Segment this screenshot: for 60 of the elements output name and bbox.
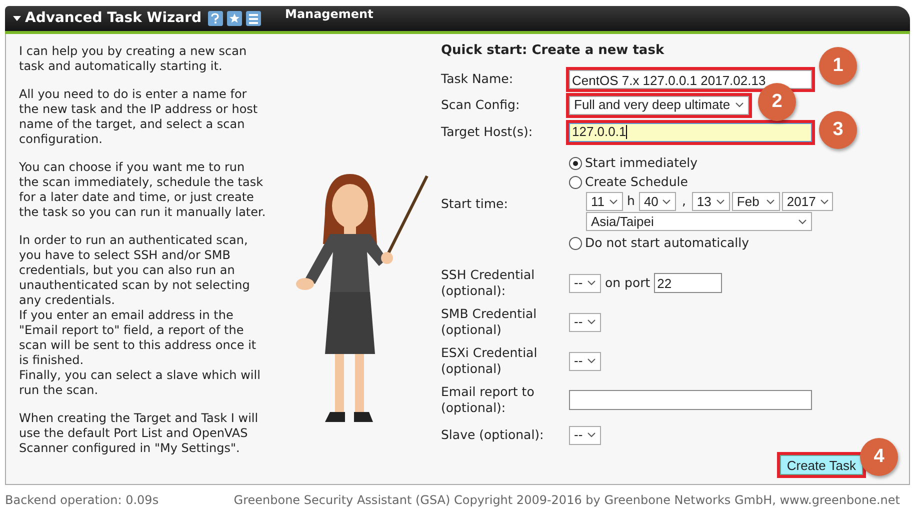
help-paragraph: All you need to do is enter a name for the new task and the IP address or host name of the target, and select a scan configuration. bbox=[19, 87, 259, 147]
radio-button[interactable] bbox=[569, 157, 582, 170]
field-label: ESXi Credential (optional) bbox=[441, 345, 538, 377]
create-task-button[interactable]: Create Task bbox=[780, 455, 863, 475]
chevron-icon bbox=[766, 198, 775, 204]
help-paragraph: I can help you by creating a new scan task and automatically starting it. bbox=[19, 44, 248, 74]
backend-time: Backend operation: 0.09s bbox=[5, 492, 159, 509]
field-label: SSH Credential (optional): bbox=[441, 267, 536, 299]
chevron-icon bbox=[735, 102, 744, 108]
timezone-select[interactable]: Asia/Taipei bbox=[586, 212, 812, 231]
port-field[interactable]: 22 bbox=[654, 273, 722, 293]
radio-button[interactable] bbox=[569, 237, 582, 250]
list-icon[interactable] bbox=[246, 11, 261, 26]
field-label: Slave (optional): bbox=[441, 427, 545, 443]
copyright-text: Greenbone Security Assistant (GSA) Copyright 2009-2016 by Greenbone Networks GmbH, www.greenbone.net bbox=[234, 492, 900, 509]
help-paragraph: When creating the Target and Task I will use the default Port List and OpenVAS Scanner configured in "My Settings". bbox=[19, 411, 260, 456]
chevron-icon bbox=[587, 432, 596, 438]
radio-button[interactable] bbox=[569, 176, 582, 189]
field-label: Task Name: bbox=[441, 71, 514, 87]
field-label: Start time: bbox=[441, 196, 509, 212]
help-icon[interactable] bbox=[208, 11, 223, 26]
chevron-icon bbox=[587, 358, 596, 364]
smb-credential-select[interactable]: -- bbox=[569, 312, 601, 332]
day-select[interactable]: 13 bbox=[692, 192, 730, 211]
chevron-icon bbox=[587, 319, 596, 325]
panel-title: Advanced Task Wizard bbox=[25, 9, 202, 28]
step-number-badge: 1 bbox=[819, 47, 857, 85]
hour-unit: h bbox=[626, 192, 636, 210]
help-paragraph: In order to run an authenticated scan, you have to select SSH and/or SMB credentials, but you can also run an unauthenticated scan by not selecting any credentials. If you enter an email address in the "Email report to" field, a report of the scan will be sent to this address once it is finished. Finally, you can select a slave which will run the scan. bbox=[19, 233, 262, 398]
chevron-icon bbox=[716, 198, 725, 204]
field-label: Target Host(s): bbox=[441, 124, 534, 140]
email-field[interactable] bbox=[569, 390, 812, 410]
field-label: SMB Credential (optional) bbox=[441, 306, 538, 338]
year-select[interactable]: 2017 bbox=[782, 192, 833, 211]
ssh-credential-select[interactable]: -- bbox=[569, 274, 601, 292]
chevron-icon bbox=[820, 198, 829, 204]
field-label: Scan Config: bbox=[441, 97, 521, 113]
hour-select[interactable]: 11 bbox=[586, 192, 623, 211]
chevron-icon bbox=[662, 198, 672, 204]
form-heading: Quick start: Create a new task bbox=[441, 43, 666, 59]
separator: , bbox=[680, 192, 687, 210]
help-paragraph: You can choose if you want me to run the scan immediately, schedule the task for a later date and time, or just create the task so you can run it manually later. bbox=[19, 160, 267, 220]
star-icon[interactable] bbox=[226, 11, 242, 26]
radio-label: Do not start automatically bbox=[585, 234, 749, 252]
slave-select[interactable]: -- bbox=[569, 426, 601, 444]
minute-select[interactable]: 40 bbox=[638, 192, 676, 211]
chevron-icon bbox=[609, 198, 618, 204]
esxi-credential-select[interactable]: -- bbox=[569, 352, 601, 370]
port-label: on port bbox=[604, 274, 652, 292]
month-select[interactable]: Feb bbox=[732, 192, 780, 211]
step-number-badge: 3 bbox=[819, 111, 857, 149]
radio-label: Start immediately bbox=[585, 154, 698, 172]
chevron-icon bbox=[798, 218, 807, 224]
scan-config-select[interactable]: Full and very deep ultimate bbox=[569, 96, 749, 114]
radio-label: Create Schedule bbox=[585, 173, 688, 192]
collapse-arrow-icon[interactable] bbox=[13, 16, 21, 21]
menu-label: Management bbox=[285, 7, 374, 21]
field-label: Email report to (optional): bbox=[441, 384, 536, 416]
chevron-icon bbox=[587, 280, 596, 286]
step-number-badge: 4 bbox=[860, 438, 898, 476]
